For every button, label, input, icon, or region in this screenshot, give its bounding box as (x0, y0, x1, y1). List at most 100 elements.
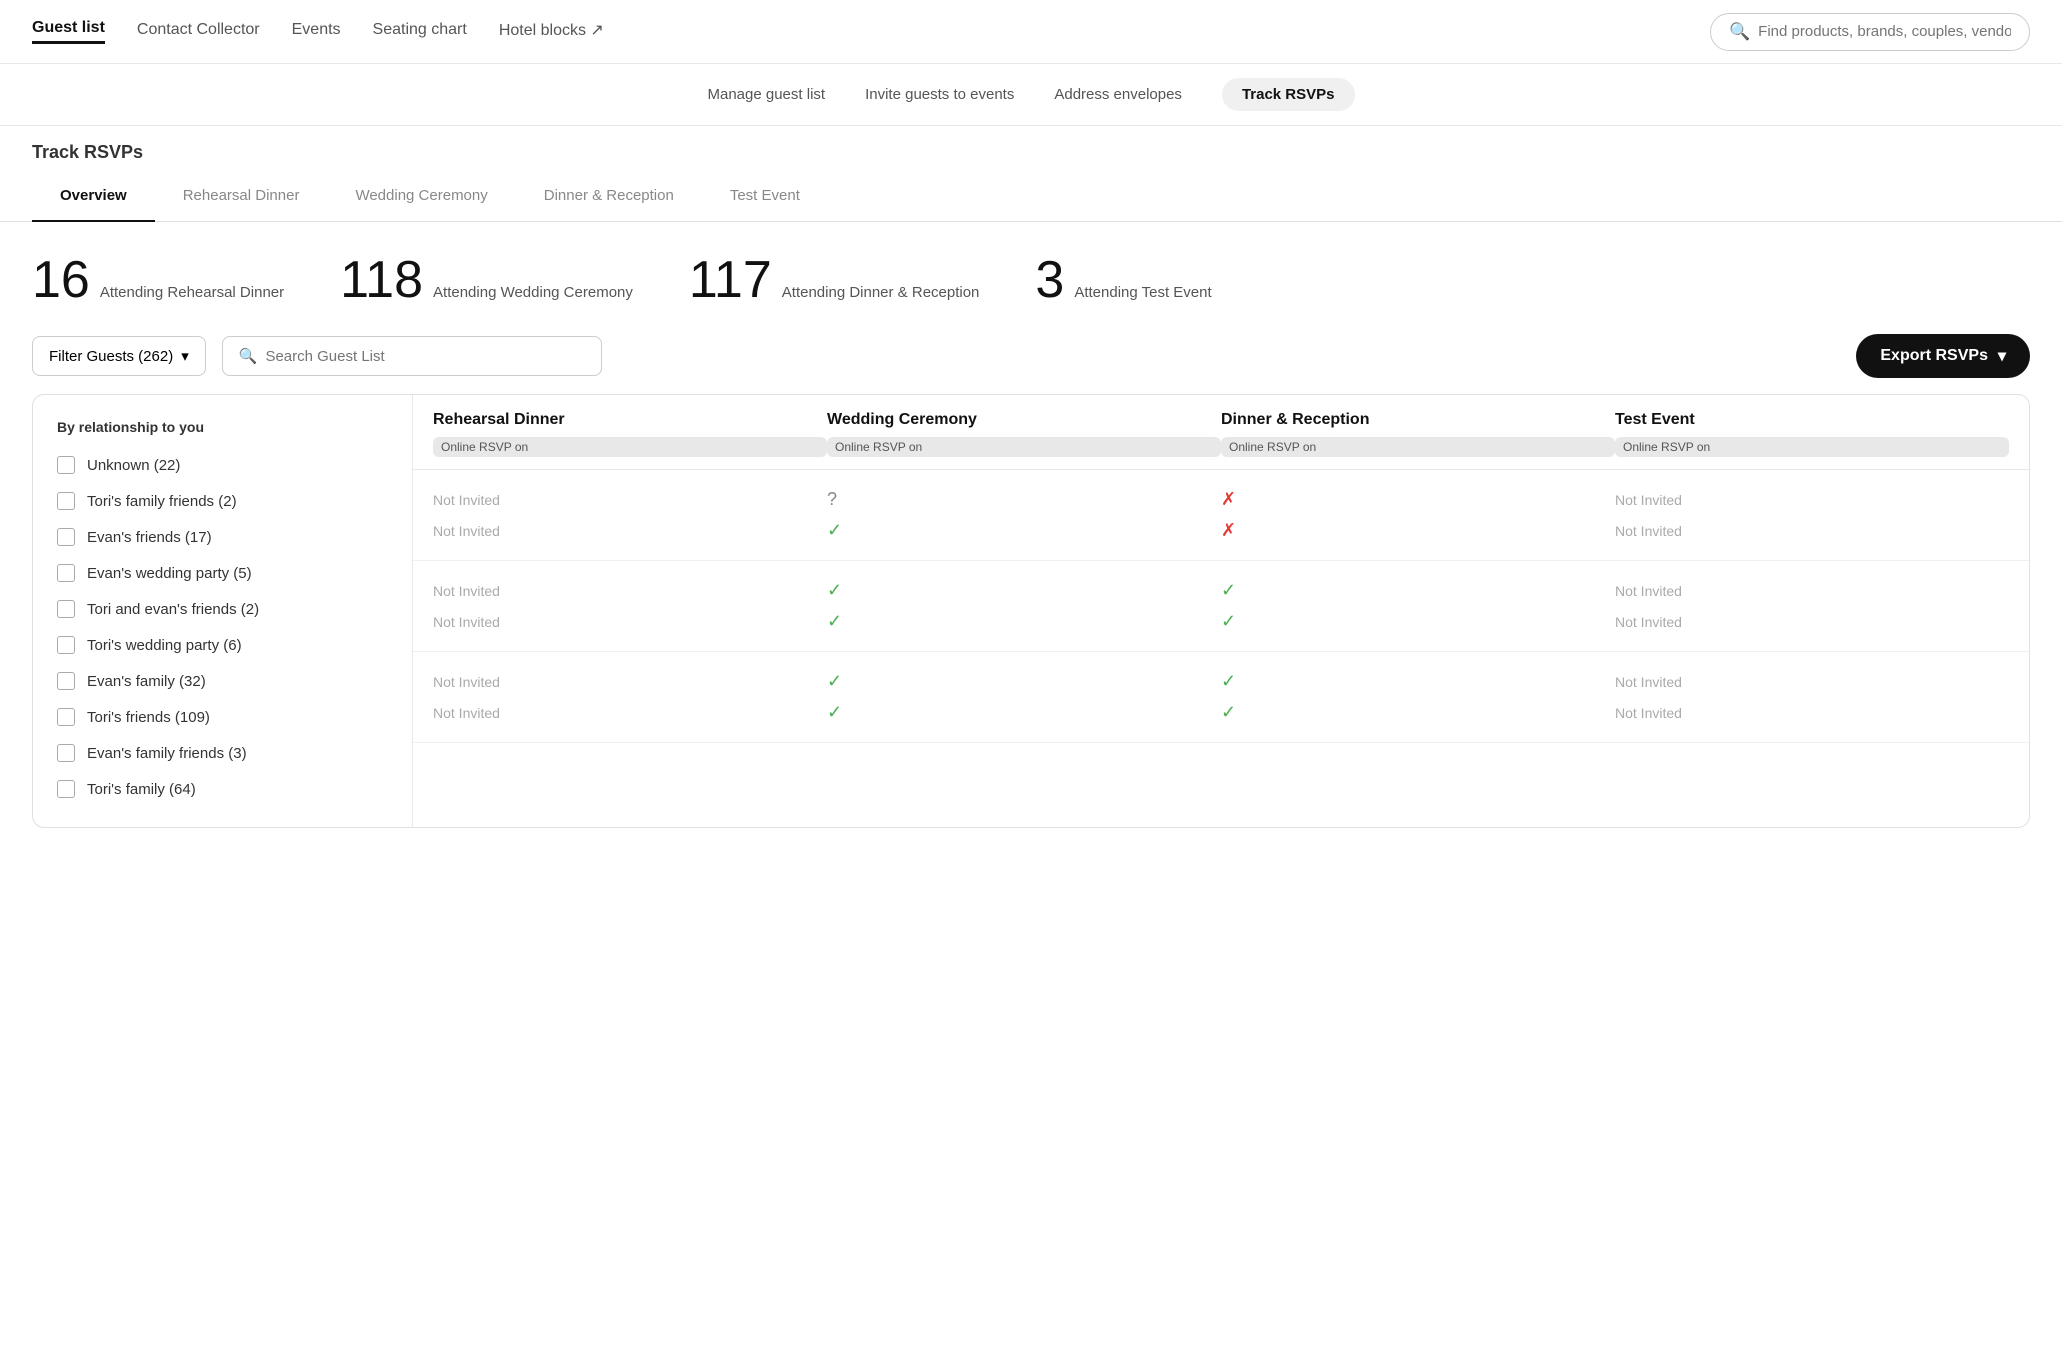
stat-wedding: 118 Attending Wedding Ceremony (340, 250, 633, 310)
rsvp-badge: Online RSVP on (433, 437, 827, 457)
filter-option[interactable]: Tori and evan's friends (2) (33, 591, 412, 627)
table-cell: Not Invited (433, 671, 827, 692)
checkbox[interactable] (57, 492, 75, 510)
tab-overview[interactable]: Overview (32, 171, 155, 222)
filter-option[interactable]: Tori's family friends (2) (33, 483, 412, 519)
table-cell: Not Invited (433, 580, 827, 601)
check-icon: ✓ (827, 580, 842, 601)
table-cell: Not Invited (1615, 702, 2009, 723)
table-row: Not Invited✓✓Not Invited (433, 606, 2009, 637)
checkbox[interactable] (57, 708, 75, 726)
filter-option-label: Tori's wedding party (6) (87, 637, 242, 654)
nav-hotel-blocks[interactable]: Hotel blocks ↗ (499, 20, 604, 44)
sub-nav-address[interactable]: Address envelopes (1054, 86, 1182, 103)
table-row: Not Invited✓✓Not Invited (433, 575, 2009, 606)
checkbox[interactable] (57, 636, 75, 654)
table-cell: Not Invited (1615, 671, 2009, 692)
checkbox[interactable] (57, 780, 75, 798)
rsvp-badge: Online RSVP on (827, 437, 1221, 457)
check-icon: ✓ (827, 611, 842, 632)
column-header: Rehearsal DinnerOnline RSVP on (433, 411, 827, 457)
filter-option[interactable]: Tori's family (64) (33, 771, 412, 807)
check-icon: ✓ (1221, 580, 1236, 601)
filter-option[interactable]: Evan's wedding party (5) (33, 555, 412, 591)
table-cell: ✓ (827, 671, 1221, 692)
sub-nav: Manage guest list Invite guests to event… (0, 64, 2062, 126)
not-invited-label: Not Invited (433, 674, 500, 690)
filter-option[interactable]: Tori's wedding party (6) (33, 627, 412, 663)
table-cell: Not Invited (1615, 520, 2009, 541)
not-invited-label: Not Invited (433, 705, 500, 721)
filter-option[interactable]: Unknown (22) (33, 447, 412, 483)
column-header: Test EventOnline RSVP on (1615, 411, 2009, 457)
filter-option-label: Unknown (22) (87, 457, 180, 474)
not-invited-label: Not Invited (1615, 614, 1682, 630)
sub-nav-manage[interactable]: Manage guest list (708, 86, 826, 103)
table-row-group: Not Invited✓✓Not InvitedNot Invited✓✓Not… (413, 561, 2029, 652)
checkbox[interactable] (57, 564, 75, 582)
filter-option[interactable]: Evan's friends (17) (33, 519, 412, 555)
filter-option-label: Evan's friends (17) (87, 529, 212, 546)
guest-search-input[interactable] (265, 348, 584, 365)
checkbox[interactable] (57, 600, 75, 618)
table-row-group: Not Invited?✗Not InvitedNot Invited✓✗Not… (413, 470, 2029, 561)
check-icon: ✓ (827, 702, 842, 723)
not-invited-label: Not Invited (433, 492, 500, 508)
col-header-label: Wedding Ceremony (827, 411, 1221, 429)
table-header: Rehearsal DinnerOnline RSVP onWedding Ce… (413, 395, 2029, 470)
cross-icon: ✗ (1221, 489, 1236, 510)
stat-dinner-num: 117 (689, 250, 772, 310)
tab-rehearsal[interactable]: Rehearsal Dinner (155, 171, 328, 222)
table-cell: Not Invited (433, 611, 827, 632)
nav-seating-chart[interactable]: Seating chart (373, 21, 467, 43)
filter-guests-button[interactable]: Filter Guests (262) ▾ (32, 336, 206, 376)
filter-option[interactable]: Evan's family (32) (33, 663, 412, 699)
nav-contact-collector[interactable]: Contact Collector (137, 21, 260, 43)
table-row: Not Invited✓✓Not Invited (433, 697, 2009, 728)
filter-option-label: Tori's family (64) (87, 781, 196, 798)
checkbox[interactable] (57, 744, 75, 762)
table-cell: ✓ (827, 611, 1221, 632)
sub-nav-invite[interactable]: Invite guests to events (865, 86, 1014, 103)
checkbox[interactable] (57, 456, 75, 474)
nav-events[interactable]: Events (292, 21, 341, 43)
table-cell: Not Invited (1615, 580, 2009, 601)
not-invited-label: Not Invited (1615, 583, 1682, 599)
filter-option-label: Tori and evan's friends (2) (87, 601, 259, 618)
checkbox[interactable] (57, 672, 75, 690)
not-invited-label: Not Invited (1615, 674, 1682, 690)
sub-nav-track[interactable]: Track RSVPs (1222, 78, 1355, 111)
table-cell: ✓ (1221, 671, 1615, 692)
nav-search-input[interactable] (1758, 23, 2011, 40)
check-icon: ✓ (827, 671, 842, 692)
table-body: Not Invited?✗Not InvitedNot Invited✓✗Not… (413, 470, 2029, 743)
table-row-group: Not Invited✓✓Not InvitedNot Invited✓✓Not… (413, 652, 2029, 743)
table-cell: ✓ (827, 702, 1221, 723)
search-icon: 🔍 (1729, 22, 1750, 42)
left-panel: By relationship to you Unknown (22)Tori'… (33, 395, 413, 827)
filter-option[interactable]: Evan's family friends (3) (33, 735, 412, 771)
table-cell: ? (827, 489, 1221, 510)
chevron-down-icon: ▾ (1998, 346, 2006, 366)
tab-dinner[interactable]: Dinner & Reception (516, 171, 702, 222)
table-row: Not Invited? ✗ Not Invited (433, 484, 2009, 515)
checkbox[interactable] (57, 528, 75, 546)
tab-test[interactable]: Test Event (702, 171, 828, 222)
filter-bar: Filter Guests (262) ▾ 🔍 Export RSVPs ▾ (0, 334, 2062, 394)
stat-rehearsal-num: 16 (32, 250, 90, 310)
export-rsvps-button[interactable]: Export RSVPs ▾ (1856, 334, 2030, 378)
stat-wedding-label: Attending Wedding Ceremony (433, 284, 633, 301)
not-invited-label: Not Invited (433, 523, 500, 539)
filter-option[interactable]: Tori's friends (109) (33, 699, 412, 735)
not-invited-label: Not Invited (1615, 492, 1682, 508)
nav-guest-list[interactable]: Guest list (32, 19, 105, 44)
question-icon: ? (827, 489, 837, 510)
not-invited-label: Not Invited (1615, 523, 1682, 539)
not-invited-label: Not Invited (433, 614, 500, 630)
stat-rehearsal-label: Attending Rehearsal Dinner (100, 284, 284, 301)
chevron-down-icon: ▾ (181, 347, 189, 365)
nav-search-container: 🔍 (1710, 13, 2030, 51)
tab-wedding[interactable]: Wedding Ceremony (327, 171, 515, 222)
stat-test: 3 Attending Test Event (1035, 250, 1211, 310)
table-cell: ✓ (1221, 702, 1615, 723)
